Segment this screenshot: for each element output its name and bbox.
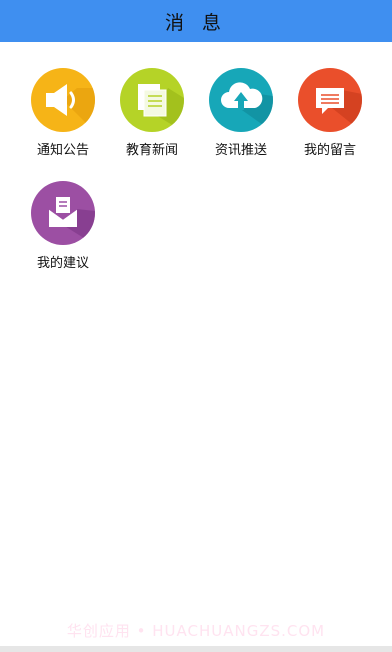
- tile-my-messages[interactable]: 我的留言: [285, 68, 375, 158]
- tile-info-push[interactable]: 资讯推送: [196, 68, 286, 158]
- tile-label: 资讯推送: [214, 143, 267, 158]
- message-icon: [298, 68, 362, 132]
- tile-label: 通知公告: [36, 143, 89, 158]
- title-bar: 消 息: [0, 0, 392, 42]
- tile-label: 教育新闻: [125, 143, 178, 158]
- speaker-icon: [31, 68, 95, 132]
- tile-label: 我的留言: [303, 143, 356, 158]
- cloud-upload-icon: [209, 68, 273, 132]
- page-title: 消 息: [164, 11, 228, 34]
- newspaper-icon: [120, 68, 184, 132]
- tile-my-suggestions[interactable]: 我的建议: [18, 181, 108, 271]
- messages-screen: 消 息 通知公告 教育新闻 资讯推送 我的留言 我的建议 华创应用 • HUAC…: [0, 0, 392, 652]
- tile-education-news[interactable]: 教育新闻: [107, 68, 197, 158]
- watermark: 华创应用 • HUACHUANGZS.COM: [66, 622, 326, 640]
- tile-notice[interactable]: 通知公告: [18, 68, 108, 158]
- tile-label: 我的建议: [36, 256, 89, 271]
- bottom-strip: [0, 646, 392, 652]
- mail-icon: [31, 181, 95, 245]
